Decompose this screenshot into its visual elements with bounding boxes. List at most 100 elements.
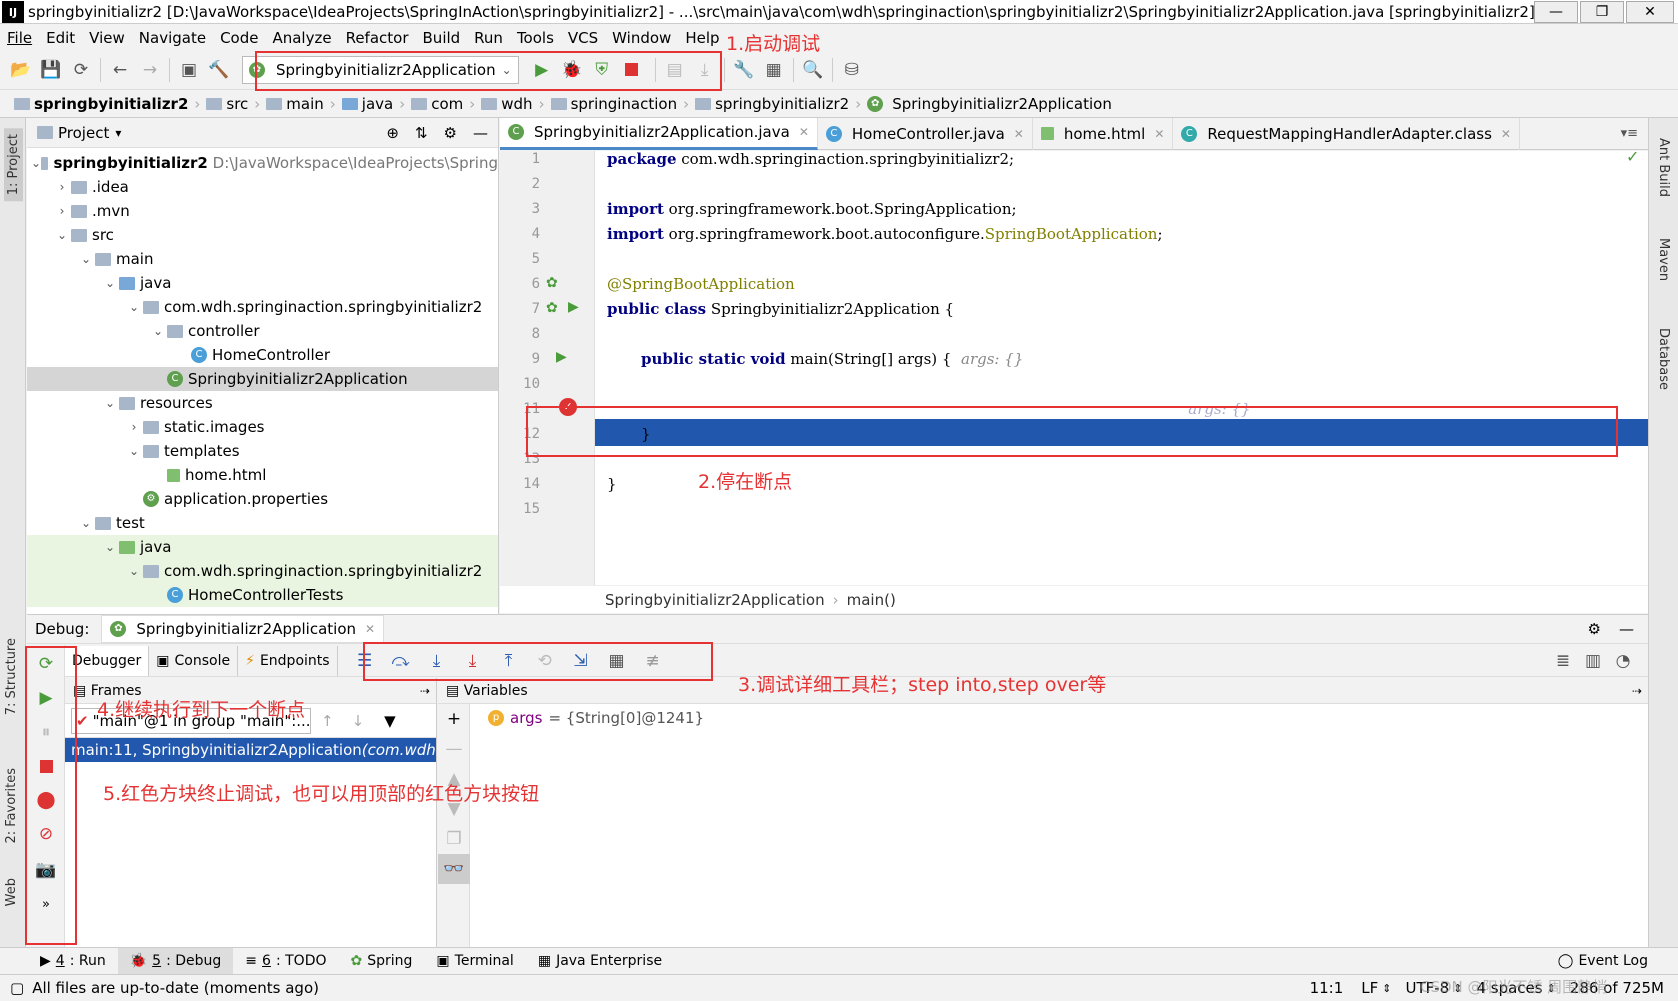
search-icon[interactable]: 🔍 <box>798 55 828 85</box>
locate-icon[interactable]: ⊕ <box>386 124 399 142</box>
forward-icon[interactable]: → <box>135 55 165 85</box>
tool-tab-project[interactable]: 1: Project <box>4 128 23 202</box>
tab-springbyinitializr2-application[interactable]: C Springbyinitializr2Application.java ✕ <box>500 117 818 150</box>
run-with-coverage-icon[interactable]: ⛨ <box>587 55 617 85</box>
tab-list-icon[interactable]: ▾≡ <box>1621 126 1638 141</box>
menu-edit[interactable]: Edit <box>39 29 82 47</box>
step-out-icon[interactable]: ⤒ <box>494 646 524 676</box>
download-icon[interactable]: ⤓ <box>690 55 720 85</box>
line-separator[interactable]: LF <box>1361 979 1378 997</box>
mute-breakpoints-icon[interactable]: ⊘ <box>31 819 61 849</box>
tree-item[interactable]: ⌄ java <box>27 271 498 295</box>
status-toggle-icon[interactable]: ▢ <box>10 979 24 997</box>
tree-item[interactable]: ⌄ main <box>27 247 498 271</box>
tree-item-selected[interactable]: C Springbyinitializr2Application <box>27 367 498 391</box>
restore-layout-icon[interactable]: ≣ <box>1548 646 1578 676</box>
menu-file[interactable]: File <box>0 29 39 47</box>
menu-tools[interactable]: Tools <box>510 29 561 47</box>
rerun-icon[interactable]: ⟳ <box>31 649 61 679</box>
down-arrow-icon[interactable]: ↓ <box>352 712 365 730</box>
step-into-icon[interactable]: ⤓ <box>422 646 452 676</box>
editor-crumb-class[interactable]: Springbyinitializr2Application <box>605 591 825 609</box>
build-hammer-icon[interactable]: 🔨 <box>204 55 234 85</box>
tree-item[interactable]: ⌄ com.wdh.springinaction.springbyinitiali… <box>27 295 498 319</box>
debug-icon[interactable]: 🐞 <box>557 55 587 85</box>
step-over-icon[interactable]: ⤼ <box>386 646 416 676</box>
tab-home-controller[interactable]: C HomeController.java ✕ <box>818 117 1033 150</box>
breadcrumb-item[interactable]: main <box>262 95 327 113</box>
view-breakpoints-icon[interactable]: ⬤ <box>31 785 61 815</box>
tree-item[interactable]: › static.images <box>27 415 498 439</box>
tree-item[interactable]: › .idea <box>27 175 498 199</box>
run-gutter-icon[interactable]: ▶ <box>556 349 567 365</box>
tree-item[interactable]: ⌄ test <box>27 511 498 535</box>
tree-item[interactable]: ⌄ controller <box>27 319 498 343</box>
close-icon[interactable]: ✕ <box>365 622 375 636</box>
tool-tab-java-enterprise[interactable]: ▦ Java Enterprise <box>526 948 674 975</box>
frame-row-selected[interactable]: main:11, Springbyinitializr2Application … <box>65 738 436 762</box>
breadcrumb-item[interactable]: springbyinitializr2 <box>691 95 853 113</box>
tab-endpoints[interactable]: ⚡ Endpoints <box>238 645 338 676</box>
show-execution-point-icon[interactable]: ☰ <box>350 646 380 676</box>
breadcrumb-item[interactable]: springinaction <box>547 95 682 113</box>
tree-item[interactable]: ⌄ templates <box>27 439 498 463</box>
layout-icon[interactable]: ▥ <box>1578 646 1608 676</box>
minimize-panel-icon[interactable]: — <box>1619 620 1634 638</box>
close-window-icon[interactable]: ✕ <box>1626 0 1674 23</box>
add-watch-icon[interactable]: + <box>438 704 470 734</box>
breadcrumb-item[interactable]: com <box>407 95 467 113</box>
project-view-select[interactable]: Project <box>58 124 109 142</box>
copy-icon[interactable]: ❐ <box>438 824 470 854</box>
tree-item[interactable]: home.html <box>27 463 498 487</box>
run-gutter-icon[interactable]: ▶ <box>568 299 579 315</box>
hide-panel-icon[interactable]: — <box>473 124 488 142</box>
breadcrumb-item[interactable]: ✿ Springbyinitializr2Application <box>863 95 1116 113</box>
run-configuration-select[interactable]: ✿ Springbyinitializr2Application ⌄ <box>242 55 519 84</box>
tool-tab-maven[interactable]: Maven <box>1656 238 1671 281</box>
close-icon[interactable]: ✕ <box>1501 127 1511 141</box>
spring-bean-gutter-icon[interactable]: ✿ <box>546 275 558 291</box>
save-icon[interactable]: 💾 <box>36 55 66 85</box>
menu-build[interactable]: Build <box>416 29 468 47</box>
tree-item[interactable]: ⌄ src <box>27 223 498 247</box>
tree-item[interactable]: › .mvn <box>27 199 498 223</box>
frame-icon[interactable]: ▣ <box>174 55 204 85</box>
filter-icon[interactable]: ▼ <box>384 712 396 730</box>
breadcrumb-item[interactable]: springbyinitializr2 <box>10 95 192 113</box>
tab-request-mapping-handler-adapter[interactable]: C RequestMappingHandlerAdapter.class ✕ <box>1173 117 1520 150</box>
tool-tab-event-log[interactable]: ◯ Event Log <box>1546 948 1660 975</box>
tree-item[interactable]: C HomeController <box>27 343 498 367</box>
tool-tab-ant-build[interactable]: Ant Build <box>1656 138 1671 197</box>
menu-window[interactable]: Window <box>605 29 678 47</box>
evaluate-expression-icon[interactable]: ▦ <box>602 646 632 676</box>
code-editor[interactable]: 1 2 3 4 5 6 7 8 9 10 11 12 13 14 15 ✿ ✿ … <box>500 151 1648 585</box>
breakpoint-icon[interactable]: ✓ <box>559 398 577 416</box>
collapse-all-icon[interactable]: ⇅ <box>415 124 428 142</box>
tab-console[interactable]: ▣ Console <box>149 645 239 676</box>
tab-home-html[interactable]: home.html ✕ <box>1033 117 1174 150</box>
tool-tab-web[interactable]: Web <box>4 878 19 906</box>
database-icon[interactable]: ⛁ <box>837 55 867 85</box>
project-structure-icon[interactable]: ▦ <box>759 55 789 85</box>
pause-icon[interactable]: ⏸ <box>31 717 61 747</box>
spring-bean-gutter-icon[interactable]: ✿ <box>546 300 558 316</box>
breadcrumb-item[interactable]: src <box>202 95 252 113</box>
settings-wrench-icon[interactable]: 🔧 <box>729 55 759 85</box>
remove-watch-icon[interactable]: — <box>438 734 470 764</box>
gear-icon[interactable]: ⚙ <box>1588 620 1601 638</box>
gear-icon[interactable]: ⚙ <box>444 124 457 142</box>
tab-debugger[interactable]: Debugger <box>65 645 150 676</box>
menu-view[interactable]: View <box>82 29 132 47</box>
attach-icon[interactable]: ▤ <box>660 55 690 85</box>
tree-item[interactable]: ⌄ java <box>27 535 498 559</box>
breadcrumb-item[interactable]: wdh <box>477 95 536 113</box>
up-arrow-icon[interactable]: ↑ <box>321 712 334 730</box>
variable-row[interactable]: p args = {String[0]@1241} <box>488 706 704 730</box>
tree-item[interactable]: C HomeControllerTests <box>27 583 498 607</box>
back-icon[interactable]: ← <box>105 55 135 85</box>
close-icon[interactable]: ✕ <box>1154 127 1164 141</box>
tool-tab-favorites[interactable]: 2: Favorites <box>4 768 19 844</box>
stop-icon[interactable] <box>617 55 647 85</box>
caret-position[interactable]: 11:1 <box>1310 979 1344 997</box>
watches-glasses-icon[interactable]: 👓 <box>438 854 470 884</box>
